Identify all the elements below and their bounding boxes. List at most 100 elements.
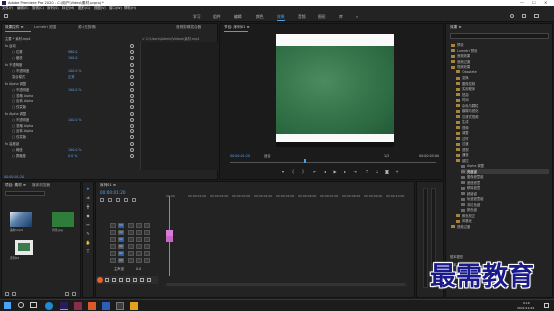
timeline-horizontal-scrollbar[interactable] — [166, 283, 406, 286]
app-icon-3[interactable] — [74, 302, 82, 310]
effects-tree-item[interactable]: 透视 — [456, 147, 469, 152]
extract-icon[interactable]: ⇣ — [374, 169, 380, 175]
track-target-toggle[interactable] — [110, 230, 116, 235]
reset-effect-icon[interactable] — [130, 82, 134, 86]
effects-tree-item[interactable]: 视频 — [456, 125, 469, 130]
mark-in-icon[interactable]: { — [290, 169, 296, 175]
project-search-input[interactable] — [5, 191, 45, 196]
effect-param-value[interactable]: 0.0 % — [68, 153, 77, 159]
keyframe-toggle-icon[interactable] — [130, 153, 134, 158]
master-track-value[interactable]: 0.0 — [136, 266, 141, 272]
effects-tree-item[interactable]: 调整 — [456, 130, 469, 135]
keyframe-toggle-icon[interactable] — [130, 123, 134, 128]
workspace-effects[interactable]: 效果 — [277, 14, 285, 21]
app-icon-7[interactable] — [130, 302, 138, 310]
effects-tree-item[interactable]: 预设 — [451, 42, 464, 47]
icon-view-icon[interactable] — [12, 292, 16, 296]
effect-param-value[interactable]: 正常 — [68, 74, 75, 80]
linked-selection-icon[interactable] — [116, 198, 120, 202]
project-thumb-0[interactable] — [10, 212, 32, 227]
effects-search-input[interactable] — [450, 33, 549, 39]
effects-tree-item[interactable]: 变换 — [456, 75, 469, 80]
tab-lumetri-scopes[interactable]: Lumetri 范围 — [34, 25, 56, 30]
effects-tree-item[interactable]: 沉浸式视频 — [456, 114, 478, 119]
search-icon[interactable] — [510, 14, 514, 18]
track-mute-icon[interactable] — [144, 251, 150, 256]
keyframe-toggle-icon[interactable] — [130, 69, 134, 73]
tab-project[interactable]: 项目: 素材 ≡ — [5, 183, 26, 188]
go-to-in-icon[interactable]: ⇤ — [312, 169, 318, 175]
keyframe-toggle-icon[interactable] — [130, 55, 134, 60]
status-icon-3[interactable] — [112, 278, 116, 282]
track-label[interactable]: V2 — [118, 230, 124, 235]
effects-tree-item[interactable]: 视频过渡 — [451, 224, 470, 229]
step-forward-icon[interactable]: ▸ — [342, 169, 348, 175]
track-target-toggle[interactable] — [110, 223, 116, 228]
razor-tool-icon[interactable]: ◆ — [85, 213, 91, 219]
type-tool-icon[interactable]: T — [85, 249, 91, 255]
tab-effect-controls[interactable]: 效果控件 ≡ — [5, 25, 24, 30]
program-scrubber[interactable] — [230, 160, 436, 163]
track-eye-icon[interactable] — [136, 223, 142, 228]
tab-source[interactable]: 源:(无剪辑) — [78, 25, 96, 30]
track-target-toggle[interactable] — [110, 237, 116, 242]
premiere-icon[interactable] — [60, 302, 68, 310]
effects-tree-item[interactable]: Lumetri 预设 — [451, 48, 477, 53]
new-item-icon[interactable] — [65, 292, 69, 296]
keyframe-toggle-icon[interactable] — [130, 118, 134, 122]
track-label[interactable]: A2 — [118, 251, 124, 256]
track-lock-icon[interactable] — [128, 230, 134, 235]
keyframe-toggle-icon[interactable] — [130, 93, 134, 98]
effects-tree-item[interactable]: 生成 — [456, 119, 469, 124]
workspace-editing[interactable]: 编辑 — [234, 14, 242, 20]
workspace-audio[interactable]: 音频 — [298, 14, 306, 20]
track-eye-icon[interactable] — [136, 244, 142, 249]
hand-tool-icon[interactable]: ✋ — [85, 240, 91, 246]
effects-tree-item[interactable]: 差值遮罩 — [461, 180, 480, 185]
workspace-learn[interactable]: 学习 — [193, 14, 201, 20]
more-workspaces-icon[interactable]: » — [356, 14, 358, 19]
effects-footer-item[interactable]: 基本图形 — [450, 254, 463, 259]
keyframe-toggle-icon[interactable] — [130, 99, 134, 103]
tab-audio-mixer[interactable]: 音频剪辑混合器 — [176, 25, 201, 30]
selection-tool-icon[interactable]: ➤ — [85, 186, 91, 192]
go-to-out-icon[interactable]: ⇥ — [352, 169, 358, 175]
effects-tree-item[interactable]: 视频效果 — [451, 64, 470, 69]
tab-program[interactable]: 节目: 序列01 ≡ — [224, 25, 249, 30]
program-timecode[interactable]: 00:00:01:20 — [230, 153, 250, 159]
share-icon[interactable] — [522, 14, 526, 18]
keyframe-toggle-icon[interactable] — [130, 88, 134, 92]
app-icon-4[interactable] — [88, 302, 96, 310]
tab-timeline[interactable]: 序列01 ≡ — [100, 183, 116, 188]
start-icon[interactable] — [4, 302, 11, 309]
effect-param-value[interactable]: 100.0 — [68, 55, 77, 61]
effect-param-value[interactable]: 100.0 % — [68, 117, 82, 123]
effects-tree-item[interactable]: 音频过渡 — [451, 59, 470, 64]
project-thumb-2[interactable] — [15, 240, 33, 255]
effects-tree-item[interactable]: 轨道遮罩键 — [461, 196, 483, 201]
track-target-toggle[interactable] — [110, 244, 116, 249]
track-lock-icon[interactable] — [128, 237, 134, 242]
track-mute-icon[interactable] — [144, 258, 150, 263]
slip-tool-icon[interactable]: ↔ — [85, 222, 91, 228]
effects-tree-item[interactable]: 音频效果 — [451, 53, 470, 58]
effect-param-value[interactable]: 100.0 % — [68, 87, 82, 93]
effects-tree-item[interactable]: Alpha 调整 — [461, 163, 484, 168]
reset-effect-icon[interactable] — [130, 112, 134, 116]
status-icon-5[interactable] — [126, 278, 130, 282]
keyframe-toggle-icon[interactable] — [130, 129, 134, 133]
pen-tool-icon[interactable]: ✎ — [85, 231, 91, 237]
mark-out-icon[interactable]: } — [300, 169, 306, 175]
track-lock-icon[interactable] — [128, 258, 134, 263]
effects-tree-item[interactable]: 颜色校正 — [456, 213, 475, 218]
reset-effect-icon[interactable] — [130, 44, 134, 48]
effects-tree-item[interactable]: 过渡 — [456, 141, 469, 146]
lift-icon[interactable]: ⇡ — [364, 169, 370, 175]
play-icon[interactable]: ▶ — [332, 169, 338, 175]
nest-icon[interactable] — [100, 198, 104, 202]
effects-tree-item[interactable]: 模糊与锐化 — [456, 108, 478, 113]
add-marker-icon[interactable]: ▾ — [280, 169, 286, 175]
track-label[interactable]: V3 — [118, 223, 124, 228]
fit-dropdown[interactable]: 适合 — [264, 153, 271, 159]
track-eye-icon[interactable] — [136, 237, 142, 242]
